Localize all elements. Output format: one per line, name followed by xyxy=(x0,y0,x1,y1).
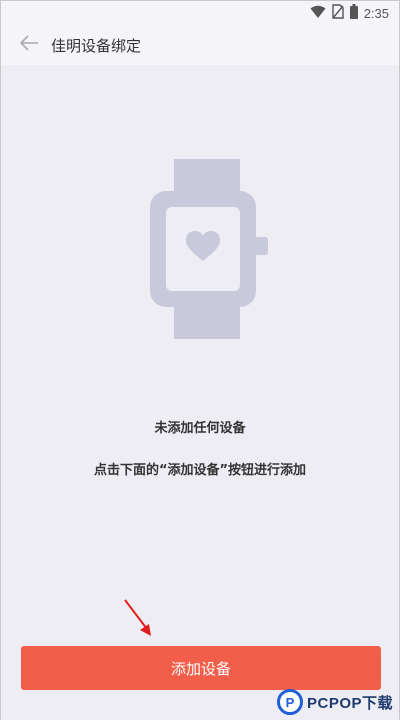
status-icons: 2:35 xyxy=(310,4,389,22)
watermark: P PCPOP下载 xyxy=(277,685,399,719)
wifi-icon xyxy=(310,5,326,22)
status-time: 2:35 xyxy=(363,5,389,21)
smartwatch-heart-icon xyxy=(146,159,270,339)
no-sim-icon xyxy=(331,4,344,22)
empty-state-description: 点击下面的“添加设备”按钮进行添加 xyxy=(93,463,307,478)
arrow-annotation xyxy=(121,597,155,639)
watermark-logo: P xyxy=(277,689,303,715)
watermark-text: PCPOP下载 xyxy=(307,694,394,712)
page-title: 佳明设备绑定 xyxy=(51,37,142,55)
add-device-button[interactable]: 添加设备 xyxy=(21,646,381,690)
empty-state-title: 未添加任何设备 xyxy=(154,421,246,436)
battery-icon xyxy=(349,4,358,22)
app-header: 佳明设备绑定 xyxy=(1,25,399,65)
status-bar: 2:35 xyxy=(1,1,399,25)
back-button[interactable] xyxy=(17,33,41,57)
arrow-left-icon xyxy=(19,35,39,55)
